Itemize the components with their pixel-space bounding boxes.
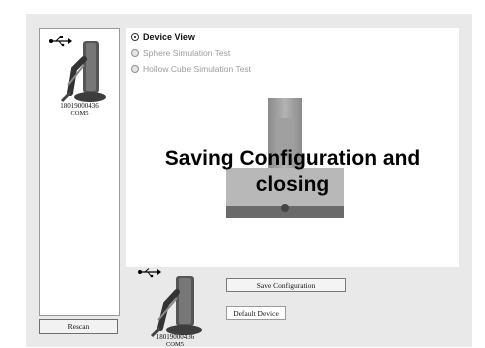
- radio-label: Device View: [143, 32, 195, 42]
- haptic-device-thumbnail[interactable]: [48, 35, 110, 107]
- selected-device-thumbnail: [138, 268, 202, 338]
- selected-device-serial: 18019000436: [155, 333, 195, 341]
- radio-hollow-cube-simulation[interactable]: Hollow Cube Simulation Test: [131, 64, 251, 74]
- device-serial: 18019000436: [60, 102, 99, 110]
- radio-sphere-simulation[interactable]: Sphere Simulation Test: [131, 48, 230, 58]
- radio-device-view[interactable]: Device View: [131, 32, 195, 42]
- rescan-button[interactable]: Rescan: [39, 319, 118, 334]
- device-list-panel[interactable]: 18019000436 COM5: [39, 28, 120, 316]
- saving-overlay-message: Saving Configuration and closing: [126, 146, 459, 198]
- usb-icon: [49, 36, 72, 47]
- default-device-button[interactable]: Default Device: [226, 306, 286, 320]
- device-port: COM5: [70, 110, 89, 117]
- usb-icon: [138, 268, 161, 278]
- radio-label: Sphere Simulation Test: [143, 48, 231, 58]
- radio-button[interactable]: [131, 33, 139, 41]
- radio-button[interactable]: [131, 65, 139, 73]
- radio-label: Hollow Cube Simulation Test: [143, 64, 252, 74]
- overlay-line: Saving Configuration and: [164, 147, 421, 170]
- view-panel: Device View Sphere Simulation Test Hollo…: [126, 28, 459, 267]
- radio-button[interactable]: [131, 49, 139, 57]
- save-configuration-button[interactable]: Save Configuration: [226, 278, 346, 292]
- overlay-line: closing: [255, 173, 330, 196]
